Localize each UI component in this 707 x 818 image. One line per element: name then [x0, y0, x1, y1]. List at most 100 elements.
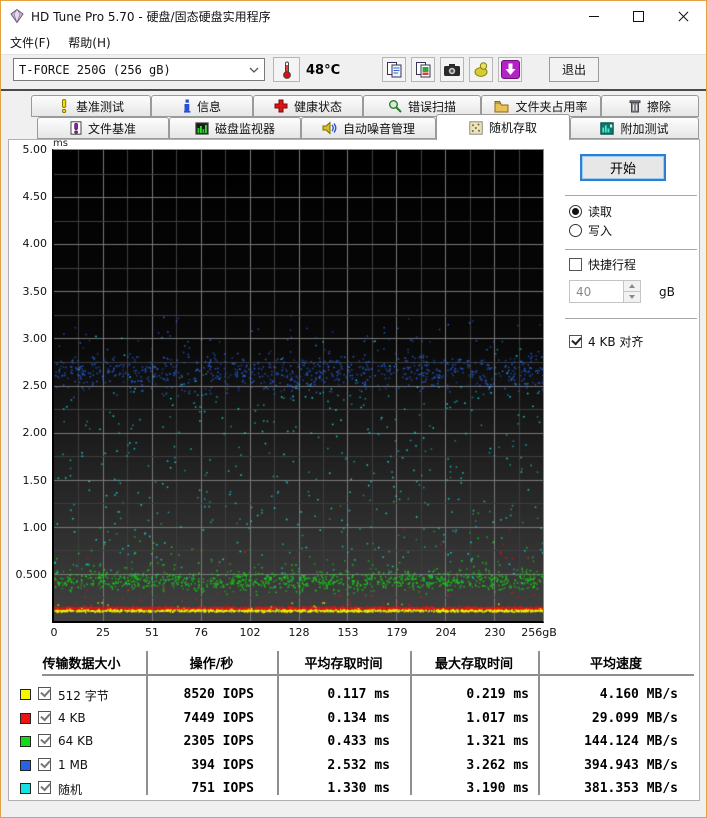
series-label: 4 KB [58, 711, 86, 725]
tab-file-benchmark[interactable]: 文件基准 [37, 117, 169, 139]
panel-divider [565, 195, 697, 196]
window-controls [571, 1, 706, 31]
tab-label: 错误扫描 [407, 99, 456, 114]
maximize-icon [633, 10, 644, 22]
exit-button[interactable]: 退出 [549, 57, 599, 82]
panel-divider [565, 318, 697, 319]
write-radio[interactable]: 写入 [569, 222, 612, 239]
menu-help[interactable]: 帮助(H) [59, 31, 119, 54]
series-label: 512 字节 [58, 689, 109, 703]
extra-tests-icon [600, 121, 615, 135]
benchmark-icon [61, 99, 67, 113]
max-time-value: 1.017 ms [466, 711, 529, 726]
y-tick-label: 2.50 [22, 379, 48, 392]
tab-label: 健康状态 [293, 99, 342, 114]
series-color-swatch [20, 783, 31, 794]
series-checkbox[interactable] [38, 711, 51, 724]
max-time-value: 1.321 ms [466, 734, 529, 749]
menu-bar: 文件(F) 帮助(H) [1, 31, 706, 55]
tab-disk-monitor[interactable]: 磁盘监视器 [169, 117, 301, 139]
avg-time-value: 1.330 ms [327, 781, 390, 796]
tab-label: 文件夹占用率 [515, 99, 588, 114]
align-4kb-label: 4 KB 对齐 [588, 335, 644, 349]
x-tick-label: 179 [386, 626, 408, 639]
temperature-button[interactable] [273, 57, 300, 82]
minimize-button[interactable] [571, 1, 616, 31]
read-radio[interactable]: 读取 [569, 203, 612, 220]
temperature-value: 48°C [306, 63, 341, 78]
download-arrow-icon [500, 60, 520, 79]
series-label: 随机 [58, 783, 83, 797]
screenshot-button[interactable] [440, 57, 464, 82]
toolbar-divider [1, 89, 706, 91]
copy-image-button[interactable] [411, 57, 435, 82]
drive-select[interactable]: T-FORCE 250G (256 gB) [13, 58, 265, 81]
checkbox-unchecked-icon [569, 258, 582, 271]
series-label: 64 KB [58, 734, 94, 748]
ops-value: 2305 IOPS [183, 734, 254, 749]
series-color-swatch [20, 760, 31, 771]
maximize-button[interactable] [616, 1, 661, 31]
tab-info[interactable]: 信息 [151, 95, 253, 117]
x-tick-label: 25 [96, 626, 110, 639]
avg-time-value: 0.433 ms [327, 734, 390, 749]
disk-monitor-icon [195, 121, 209, 135]
quick-range-spinner[interactable]: 40 [569, 280, 641, 303]
avg-speed-value: 394.943 MB/s [584, 758, 678, 773]
series-checkbox[interactable] [38, 781, 51, 794]
arrow-up-icon [629, 284, 635, 288]
donate-button[interactable] [469, 57, 493, 82]
ops-value: 394 IOPS [191, 758, 254, 773]
copy-text-button[interactable] [382, 57, 406, 82]
series-checkbox[interactable] [38, 734, 51, 747]
spinner-up-button[interactable] [624, 281, 640, 291]
spinner-down-button[interactable] [624, 291, 640, 302]
series-checkbox[interactable] [38, 758, 51, 771]
save-results-button[interactable] [498, 57, 522, 82]
table-row-4kb: 4 KB 7449 IOPS 0.134 ms 1.017 ms 29.099 … [9, 711, 699, 729]
avg-speed-value: 381.353 MB/s [584, 781, 678, 796]
ops-value: 751 IOPS [191, 781, 254, 796]
series-checkbox[interactable] [38, 687, 51, 700]
folder-usage-icon [494, 100, 509, 112]
quick-range-unit: gB [659, 285, 675, 299]
col-header-ops: 操作/秒 [189, 657, 234, 672]
menu-file[interactable]: 文件(F) [1, 31, 59, 54]
quick-range-checkbox[interactable]: 快捷行程 [569, 256, 636, 273]
series-color-swatch [20, 689, 31, 700]
tab-random-access[interactable]: 随机存取 [436, 114, 570, 140]
thermometer-icon [282, 61, 291, 79]
tab-erase[interactable]: 擦除 [601, 95, 699, 117]
tab-aam[interactable]: 自动噪音管理 [301, 117, 436, 139]
spinner-buttons [623, 281, 640, 302]
start-button[interactable]: 开始 [580, 154, 666, 181]
tab-label: 信息 [196, 99, 221, 114]
chevron-down-icon [249, 67, 259, 73]
align-4kb-checkbox[interactable]: 4 KB 对齐 [569, 333, 643, 350]
title-bar: HD Tune Pro 5.70 - 硬盘/固态硬盘实用程序 [1, 1, 706, 31]
aam-speaker-icon [322, 121, 337, 135]
tab-label: 擦除 [646, 99, 671, 114]
table-header-divider [42, 674, 694, 676]
x-tick-label: 256gB [521, 626, 557, 639]
y-tick-label: 2.00 [22, 426, 48, 439]
quick-range-value: 40 [576, 285, 592, 299]
max-time-value: 3.262 ms [466, 758, 529, 773]
tab-benchmark[interactable]: 基准测试 [31, 95, 151, 117]
random-access-page: ms 5.00 4.50 4.00 3.50 3.00 2.50 2.00 1.… [8, 138, 700, 801]
y-tick-label: 4.50 [22, 190, 48, 203]
close-button[interactable] [661, 1, 706, 31]
x-tick-label: 128 [288, 626, 310, 639]
drive-select-value: T-FORCE 250G (256 gB) [19, 62, 171, 77]
y-tick-label: 0.500 [15, 568, 48, 581]
close-icon [678, 11, 689, 22]
y-tick-label: 4.00 [22, 237, 48, 250]
tab-extra-tests[interactable]: 附加测试 [570, 117, 699, 139]
col-header-max-time: 最大存取时间 [434, 657, 513, 672]
copy-text-icon [386, 62, 401, 78]
table-row-1mb: 1 MB 394 IOPS 2.532 ms 3.262 ms 394.943 … [9, 758, 699, 776]
tab-health[interactable]: 健康状态 [253, 95, 363, 117]
random-access-scatter-canvas [54, 150, 543, 621]
table-row-64kb: 64 KB 2305 IOPS 0.433 ms 1.321 ms 144.12… [9, 734, 699, 752]
minimize-icon [588, 15, 599, 17]
